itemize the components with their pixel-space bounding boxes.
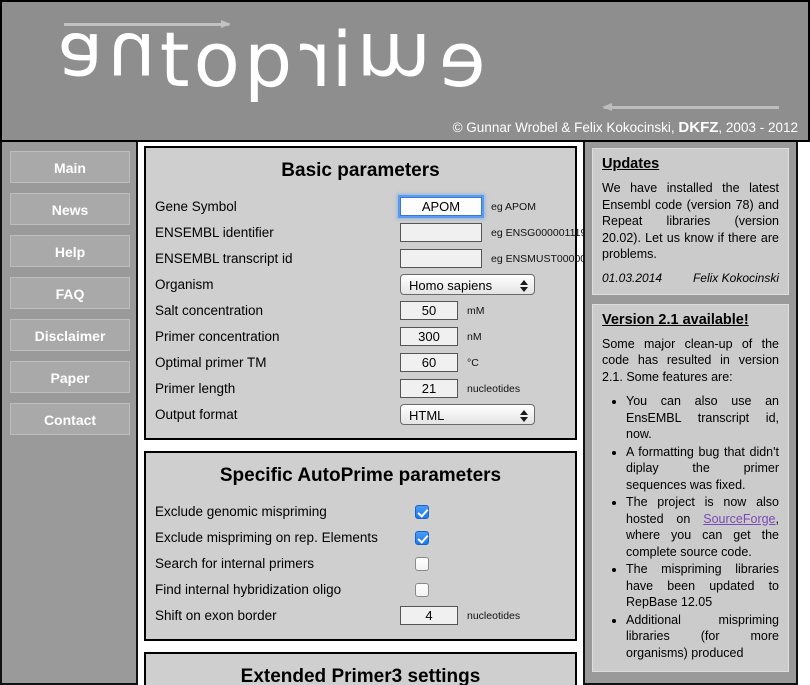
- updates-body: We have installed the latest Ensembl cod…: [602, 181, 779, 261]
- site-banner: autoprime © Gunnar Wrobel & Felix Kokoci…: [0, 0, 810, 142]
- exclude-rep-elements-label: Exclude mispriming on rep. Elements: [155, 530, 378, 545]
- version-box: Version 2.1 available! Some major clean-…: [592, 303, 789, 672]
- sidebar-item-news[interactable]: News: [10, 193, 130, 225]
- gene-symbol-hint: eg APOM: [491, 200, 536, 213]
- updates-author: Felix Kokocinski: [692, 270, 779, 285]
- ensembl-identifier-label: ENSEMBL identifier: [155, 225, 274, 240]
- field-row-exclude-rep-elements: Exclude mispriming on rep. Elements: [155, 525, 566, 550]
- sidebar-item-faq[interactable]: FAQ: [10, 277, 130, 309]
- list-item: You can also use an EnsEMBL transcript i…: [626, 393, 779, 443]
- output-format-select-value: HTML: [409, 408, 445, 423]
- updates-meta: 01.03.2014 Felix Kokocinski: [602, 271, 779, 285]
- field-row-output-format: Output format HTML: [155, 402, 566, 427]
- internal-primers-label: Search for internal primers: [155, 556, 315, 571]
- copyright-org: DKFZ: [678, 119, 719, 136]
- primer-length-input[interactable]: [400, 379, 458, 398]
- field-row-optimal-tm: Optimal primer TM °C: [155, 350, 566, 375]
- ensembl-transcript-label: ENSEMBL transcript id: [155, 251, 293, 266]
- sidebar-item-contact[interactable]: Contact: [10, 403, 130, 435]
- version-title: Version 2.1 available!: [602, 311, 749, 328]
- autoprime-logo: autoprime: [57, 15, 787, 105]
- exclude-genomic-label: Exclude genomic mispriming: [155, 504, 327, 519]
- sidebar-item-help[interactable]: Help: [10, 235, 130, 267]
- list-item: The mispriming libraries have been updat…: [626, 561, 779, 611]
- version-intro: Some major clean-up of the code has resu…: [602, 336, 779, 384]
- field-row-hybridization-oligo: Find internal hybridization oligo: [155, 577, 566, 602]
- field-row-shift-exon-border: Shift on exon border nucleotides: [155, 603, 566, 628]
- ensembl-identifier-hint: eg ENSG00000111964: [491, 226, 583, 239]
- list-item: The project is now also hosted on Source…: [626, 494, 779, 560]
- exclude-genomic-checkbox[interactable]: [415, 504, 429, 519]
- field-row-internal-primers: Search for internal primers: [155, 551, 566, 576]
- updates-date: 01.03.2014: [602, 270, 663, 285]
- ensembl-identifier-input[interactable]: [400, 223, 482, 242]
- optimal-tm-label: Optimal primer TM: [155, 355, 267, 370]
- shift-exon-border-label: Shift on exon border: [155, 608, 277, 623]
- copyright-years: , 2003 - 2012: [718, 120, 798, 135]
- main-form: Basic parameters Gene Symbol eg APOM ENS…: [138, 142, 583, 685]
- updates-title: Updates: [602, 156, 660, 172]
- salt-concentration-label: Salt concentration: [155, 303, 264, 318]
- organism-label: Organism: [155, 277, 214, 292]
- copyright-notice: © Gunnar Wrobel & Felix Kokocinski, DKFZ…: [453, 119, 798, 136]
- list-item: Additional mispriming libraries (for mor…: [626, 612, 779, 662]
- field-row-gene-symbol: Gene Symbol eg APOM: [155, 194, 566, 219]
- primer-length-label: Primer length: [155, 381, 236, 396]
- hybridization-oligo-checkbox[interactable]: [415, 582, 429, 597]
- sourceforge-link[interactable]: SourceForge: [703, 512, 775, 526]
- field-row-salt-concentration: Salt concentration mM: [155, 298, 566, 323]
- primer-length-unit: nucleotides: [467, 382, 521, 395]
- organism-select-value: Homo sapiens: [409, 278, 493, 293]
- sidebar-item-main[interactable]: Main: [10, 151, 130, 183]
- specific-parameters-panel: Specific AutoPrime parameters Exclude ge…: [144, 451, 577, 641]
- ensembl-transcript-hint: eg ENSMUST00000025846: [491, 252, 583, 265]
- copyright-prefix: © Gunnar Wrobel & Felix Kokocinski,: [452, 120, 675, 135]
- extended-settings-title: Extended Primer3 settings: [240, 666, 481, 685]
- field-row-primer-concentration: Primer concentration nM: [155, 324, 566, 349]
- updates-box: Updates We have installed the latest Ens…: [592, 148, 789, 295]
- extended-settings-panel: Extended Primer3 settings Minimal primer…: [144, 652, 577, 685]
- shift-exon-border-unit: nucleotides: [467, 609, 521, 622]
- list-item: A formatting bug that didn't diplay the …: [626, 444, 779, 494]
- version-feature-list: You can also use an EnsEMBL transcript i…: [602, 393, 779, 661]
- field-row-primer-length: Primer length nucleotides: [155, 376, 566, 401]
- gene-symbol-input[interactable]: [400, 197, 482, 216]
- sidebar-item-paper[interactable]: Paper: [10, 361, 130, 393]
- organism-select[interactable]: Homo sapiens: [400, 274, 535, 295]
- primer-concentration-input[interactable]: [400, 327, 458, 346]
- optimal-tm-unit: °C: [467, 356, 479, 369]
- left-navigation: Main News Help FAQ Disclaimer Paper Cont…: [0, 142, 138, 685]
- output-format-label: Output format: [155, 407, 238, 422]
- shift-exon-border-input[interactable]: [400, 606, 458, 625]
- gene-symbol-label: Gene Symbol: [155, 199, 237, 214]
- primer-concentration-label: Primer concentration: [155, 329, 280, 344]
- basic-parameters-title: Basic parameters: [281, 160, 440, 181]
- page-body: Main News Help FAQ Disclaimer Paper Cont…: [0, 142, 810, 685]
- primer-concentration-unit: nM: [467, 330, 482, 343]
- arrow-left-icon: [602, 103, 779, 111]
- salt-concentration-input[interactable]: [400, 301, 458, 320]
- chevron-updown-icon: [520, 275, 528, 294]
- field-row-organism: Organism Homo sapiens: [155, 272, 566, 297]
- logo-text: autoprime: [57, 15, 486, 105]
- basic-parameters-panel: Basic parameters Gene Symbol eg APOM ENS…: [144, 146, 583, 440]
- internal-primers-checkbox[interactable]: [415, 556, 429, 571]
- field-row-ensembl-transcript: ENSEMBL transcript id eg ENSMUST00000025…: [155, 246, 583, 271]
- sidebar-item-disclaimer[interactable]: Disclaimer: [10, 319, 130, 351]
- salt-concentration-unit: mM: [467, 304, 485, 317]
- hybridization-oligo-label: Find internal hybridization oligo: [155, 582, 342, 597]
- optimal-tm-input[interactable]: [400, 353, 458, 372]
- specific-parameters-title: Specific AutoPrime parameters: [219, 465, 502, 486]
- field-row-ensembl-identifier: ENSEMBL identifier eg ENSG00000111964: [155, 220, 583, 245]
- output-format-select[interactable]: HTML: [400, 404, 535, 425]
- right-sidebar: Updates We have installed the latest Ens…: [583, 142, 798, 685]
- chevron-updown-icon: [520, 405, 528, 424]
- ensembl-transcript-input[interactable]: [400, 249, 482, 268]
- exclude-rep-elements-checkbox[interactable]: [415, 530, 429, 545]
- field-row-exclude-genomic: Exclude genomic mispriming: [155, 499, 566, 524]
